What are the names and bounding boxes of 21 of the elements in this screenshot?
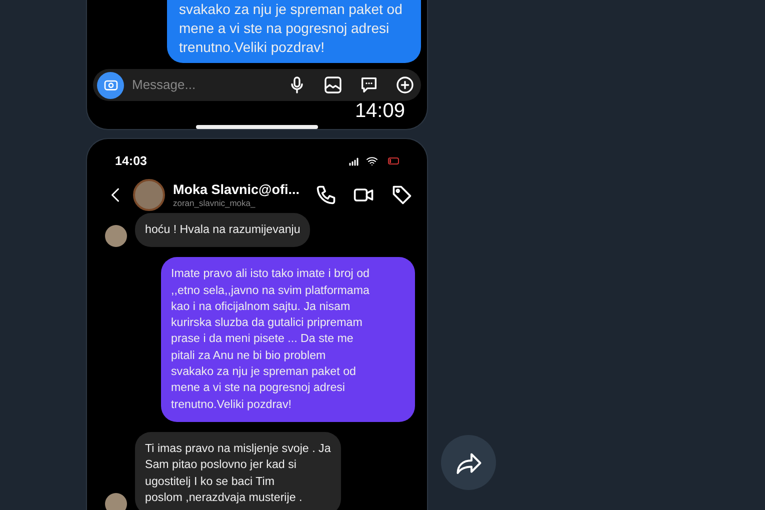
status-time: 14:03 (115, 152, 147, 170)
tag-icon[interactable] (391, 184, 413, 206)
message-bubble: hoću ! Hvala na razumijevanju (135, 213, 310, 248)
message-bubble: Imate pravo ali isto tako imate i broj od ,,etno sela,,javno na svim platformama kao i na oficijalnom sajtu. Ja nisam kurirska sluzba da gutalici pripremam prase i da meni pisete ... Da ste me pitali za Anu ne bi bio problem svakako za nju je spreman paket od mene a vi ste na pogresnoj adresi trenutno.Veliki pozdrav! (161, 257, 415, 422)
image-icon[interactable] (323, 75, 343, 96)
message-bubble: Ti imas pravo na misljenje svoje . Ja Sam pitao poslovno jer kad si ugostitelj I ko se baci Tim poslom ,nerazdvaja musterije . (135, 432, 341, 510)
signal-icon (347, 155, 361, 167)
message-input[interactable]: Message... (93, 69, 421, 102)
clock-time: 14:09 (354, 101, 405, 122)
wifi-icon (365, 155, 379, 167)
sender-avatar (105, 225, 127, 248)
chat-bubble-icon[interactable] (359, 75, 379, 96)
placeholder-text: Message... (132, 76, 197, 94)
contact-username: zoran_slavnic_moka_ (173, 198, 256, 208)
profile-avatar[interactable] (133, 179, 165, 211)
contact-name: Moka Slavnic@ofi... (173, 182, 300, 198)
message-bubble: svakako za nju je spreman paket od mene a vi ste na pogresnoj adresi trenutno.Veliki pozdrav! (167, 0, 421, 63)
plus-icon[interactable] (395, 75, 415, 96)
sender-avatar (105, 493, 127, 510)
phone-icon[interactable] (315, 184, 337, 206)
camera-button[interactable] (97, 72, 124, 99)
